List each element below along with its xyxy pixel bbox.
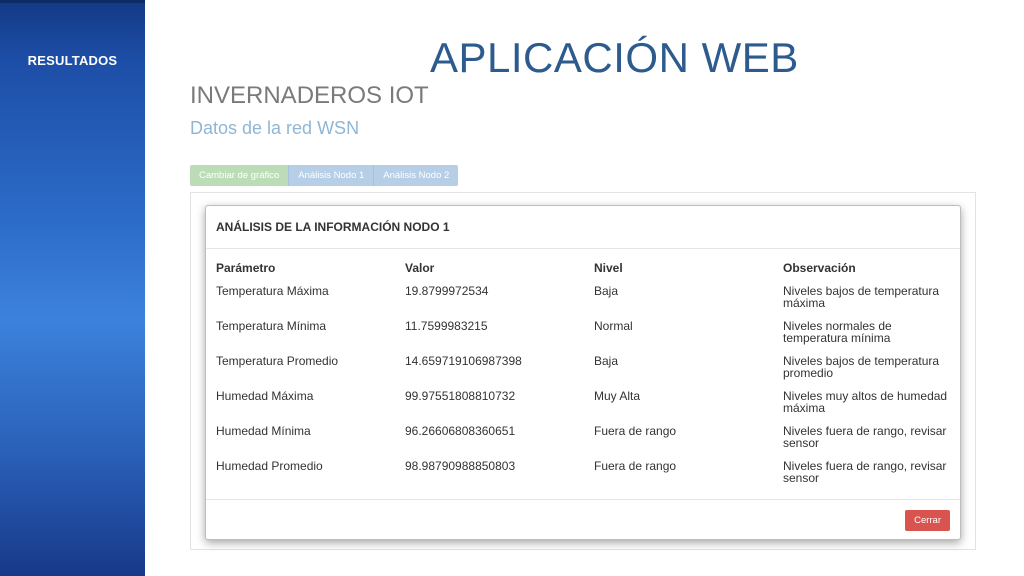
app-title: INVERNADEROS IOT bbox=[190, 82, 429, 109]
table-row: Humedad Promedio 98.98790988850803 Fuera… bbox=[216, 460, 956, 495]
change-chart-button[interactable]: Cambiar de gráfico bbox=[190, 165, 289, 186]
sidebar: RESULTADOS bbox=[0, 0, 145, 576]
table-row: Humedad Máxima 99.97551808810732 Muy Alt… bbox=[216, 390, 956, 425]
value-cell: 19.8799972534 bbox=[405, 284, 489, 298]
column-header-observation: Observación bbox=[783, 261, 856, 275]
value-cell: 14.659719106987398 bbox=[405, 354, 522, 368]
observation-cell: Niveles bajos de temperatura promedio bbox=[783, 354, 940, 380]
column-header-parameter: Parámetro bbox=[216, 261, 276, 275]
table-row: Temperatura Promedio 14.659719106987398 … bbox=[216, 355, 956, 390]
observation-cell: Niveles fuera de rango, revisar sensor bbox=[783, 424, 947, 450]
level-cell: Baja bbox=[594, 354, 619, 368]
slide-title: APLICACIÓN WEB bbox=[430, 34, 799, 81]
parameter-cell: Temperatura Máxima bbox=[216, 284, 329, 298]
parameter-cell: Humedad Máxima bbox=[216, 389, 314, 403]
analysis-node-2-button[interactable]: Análisis Nodo 2 bbox=[373, 165, 459, 186]
analysis-modal: ANÁLISIS DE LA INFORMACIÓN NODO 1 Paráme… bbox=[205, 205, 961, 540]
value-cell: 96.26606808360651 bbox=[405, 424, 516, 438]
level-cell: Baja bbox=[594, 284, 619, 298]
value-cell: 98.98790988850803 bbox=[405, 459, 516, 473]
level-cell: Fuera de rango bbox=[594, 459, 677, 473]
level-cell: Muy Alta bbox=[594, 389, 641, 403]
observation-cell: Niveles normales de temperatura mínima bbox=[783, 319, 892, 345]
value-cell: 99.97551808810732 bbox=[405, 389, 516, 403]
button-group: Cambiar de gráfico Análisis Nodo 1 Análi… bbox=[190, 165, 459, 186]
value-cell: 11.7599983215 bbox=[405, 319, 488, 333]
table-row: Temperatura Mínima 11.7599983215 Normal … bbox=[216, 320, 956, 355]
close-button[interactable]: Cerrar bbox=[905, 510, 950, 531]
observation-cell: Niveles muy altos de humedad máxima bbox=[783, 389, 948, 415]
app-subtitle: Datos de la red WSN bbox=[190, 118, 360, 138]
parameter-cell: Temperatura Mínima bbox=[216, 319, 327, 333]
level-cell: Fuera de rango bbox=[594, 424, 677, 438]
parameter-cell: Humedad Mínima bbox=[216, 424, 311, 438]
observation-cell: Niveles bajos de temperatura máxima bbox=[783, 284, 940, 310]
parameter-cell: Humedad Promedio bbox=[216, 459, 323, 473]
observation-cell: Niveles fuera de rango, revisar sensor bbox=[783, 459, 947, 485]
parameter-cell: Temperatura Promedio bbox=[216, 354, 339, 368]
modal-footer: Cerrar bbox=[206, 499, 960, 541]
column-header-value: Valor bbox=[405, 261, 435, 275]
table-row: Humedad Mínima 96.26606808360651 Fuera d… bbox=[216, 425, 956, 460]
table-row: Temperatura Máxima 19.8799972534 Baja Ni… bbox=[216, 285, 956, 320]
table-header-row: Parámetro Valor Nivel Observación bbox=[216, 262, 956, 285]
level-cell: Normal bbox=[594, 319, 633, 333]
modal-title: ANÁLISIS DE LA INFORMACIÓN NODO 1 bbox=[206, 206, 960, 249]
analysis-table: Parámetro Valor Nivel Observación Temper… bbox=[216, 262, 956, 495]
sidebar-label: RESULTADOS bbox=[27, 53, 118, 68]
analysis-node-1-button[interactable]: Análisis Nodo 1 bbox=[288, 165, 374, 186]
column-header-level: Nivel bbox=[594, 261, 623, 275]
